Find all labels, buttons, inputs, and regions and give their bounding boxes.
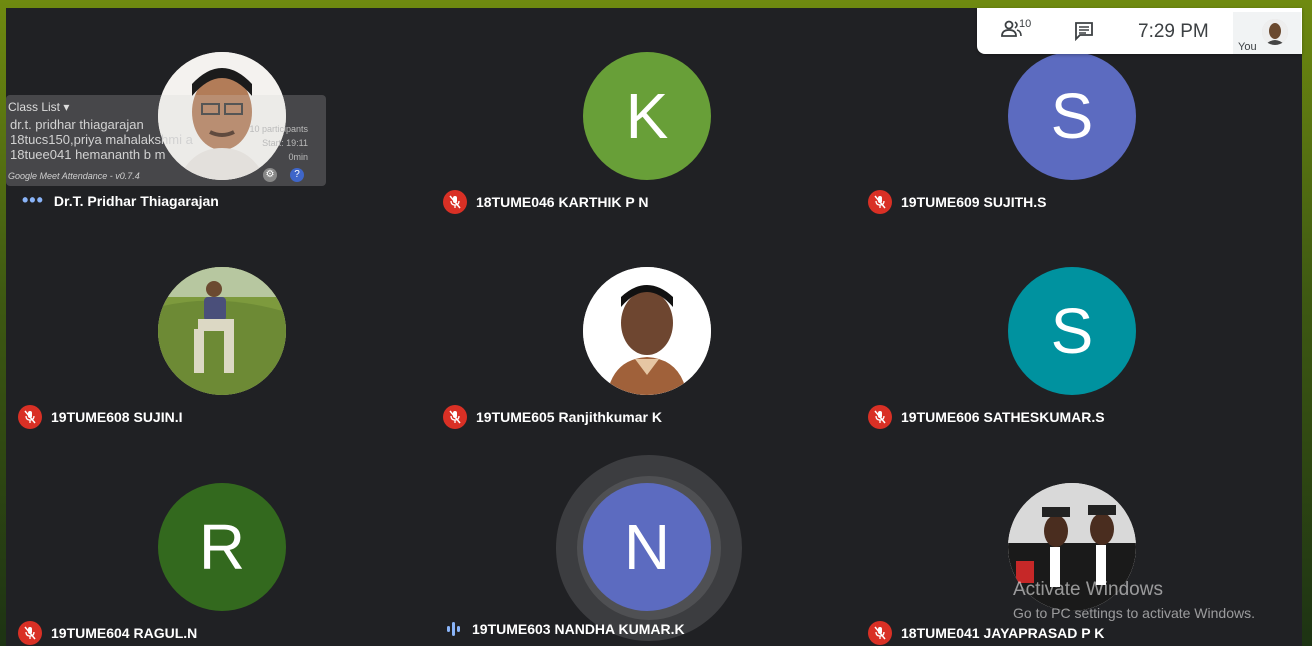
participant-tile[interactable]: K 18TUME046 KARTHIK P N xyxy=(431,8,856,223)
participant-tile[interactable]: S 19TUME606 SATHESKUMAR.S xyxy=(856,223,1281,438)
participant-name: 19TUME606 SATHESKUMAR.S xyxy=(901,409,1105,425)
participant-avatar: S xyxy=(1008,52,1136,180)
participant-nameplate: 19TUME609 SUJITH.S xyxy=(868,190,1047,214)
mic-off-icon xyxy=(443,190,467,214)
mic-off-icon xyxy=(18,621,42,645)
self-view[interactable]: You xyxy=(1233,12,1301,54)
participant-photo xyxy=(583,267,711,395)
participant-nameplate: 19TUME606 SATHESKUMAR.S xyxy=(868,405,1105,429)
participant-name: 19TUME608 SUJIN.I xyxy=(51,409,183,425)
attendance-entry: 18tucs150,priya mahalakshmi a xyxy=(10,132,193,147)
self-label: You xyxy=(1238,41,1257,53)
participant-nameplate: 19TUME605 Ranjithkumar K xyxy=(443,405,662,429)
participant-name: 19TUME603 NANDHA KUMAR.K xyxy=(472,621,685,637)
windows-activation-watermark: Activate Windows Go to PC settings to ac… xyxy=(1013,579,1255,621)
audio-level-icon xyxy=(447,622,460,636)
watermark-title: Activate Windows xyxy=(1013,579,1163,600)
class-list-dropdown[interactable]: Class List ▾ xyxy=(8,100,69,114)
participant-tile[interactable]: R 19TUME604 RAGUL.N xyxy=(6,439,431,646)
participant-nameplate: 18TUME041 JAYAPRASAD P K xyxy=(868,621,1104,645)
participant-name: 19TUME605 Ranjithkumar K xyxy=(476,409,662,425)
participant-name: 18TUME041 JAYAPRASAD P K xyxy=(901,625,1105,641)
mic-off-icon xyxy=(868,621,892,645)
more-options-icon[interactable]: ••• xyxy=(22,190,44,211)
mic-off-icon xyxy=(18,405,42,429)
participant-count: 10 xyxy=(1019,18,1032,30)
attendance-entry: 18tuee041 hemananth b m xyxy=(10,147,166,162)
participant-photo xyxy=(158,267,286,395)
chat-icon[interactable] xyxy=(1074,21,1094,46)
participant-nameplate: ••• Dr.T. Pridhar Thiagarajan xyxy=(18,190,219,211)
extension-footer: Google Meet Attendance - v0.7.4 xyxy=(8,171,140,181)
participant-name: Dr.T. Pridhar Thiagarajan xyxy=(53,192,219,209)
attendance-overlay[interactable]: Class List ▾ dr.t. pridhar thiagarajan 1… xyxy=(6,95,326,186)
participant-name: 18TUME046 KARTHIK P N xyxy=(476,194,649,210)
attendance-entry: dr.t. pridhar thiagarajan xyxy=(10,117,144,132)
participant-avatar: N xyxy=(583,483,711,611)
participant-avatar: S xyxy=(1008,267,1136,395)
start-label: Start: 19:11 xyxy=(262,138,308,148)
participant-name: 19TUME604 RAGUL.N xyxy=(51,625,198,641)
participant-nameplate: 19TUME604 RAGUL.N xyxy=(18,621,197,645)
participant-nameplate: 19TUME608 SUJIN.I xyxy=(18,405,183,429)
help-icon[interactable]: ? xyxy=(290,168,304,182)
self-avatar xyxy=(1262,19,1288,45)
participants-label: 10 participants xyxy=(249,124,308,134)
participant-nameplate: 19TUME603 NANDHA KUMAR.K xyxy=(443,621,685,637)
top-info-bar: 10 7:29 PM You xyxy=(977,8,1302,54)
participant-nameplate: 18TUME046 KARTHIK P N xyxy=(443,190,648,214)
settings-icon[interactable]: ⚙ xyxy=(263,168,277,182)
participant-tile[interactable]: N 19TUME603 NANDHA KUMAR.K xyxy=(431,439,856,646)
clock-time: 7:29 PM xyxy=(1138,21,1209,42)
participant-avatar: K xyxy=(583,52,711,180)
class-list-header: Class List xyxy=(8,100,61,114)
duration-label: 0min xyxy=(288,152,308,162)
participant-tile[interactable]: 19TUME605 Ranjithkumar K xyxy=(431,223,856,438)
mic-off-icon xyxy=(868,190,892,214)
watermark-subtitle: Go to PC settings to activate Windows. xyxy=(1013,605,1255,621)
participant-tile[interactable]: 19TUME608 SUJIN.I xyxy=(6,223,431,438)
mic-off-icon xyxy=(443,405,467,429)
participant-name: 19TUME609 SUJITH.S xyxy=(901,194,1047,210)
participant-avatar: R xyxy=(158,483,286,611)
mic-off-icon xyxy=(868,405,892,429)
